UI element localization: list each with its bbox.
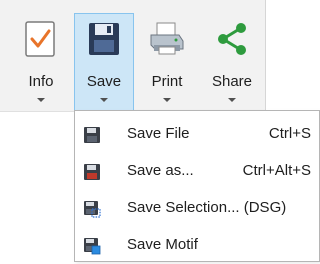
info-button[interactable]: Info bbox=[11, 13, 71, 111]
menu-item-label: Save Selection... (DSG) bbox=[127, 199, 287, 216]
info-checkbox-icon bbox=[25, 21, 55, 57]
menu-item-save-selection[interactable]: Save Selection... (DSG) bbox=[75, 189, 319, 227]
floppy-disk-dark-icon bbox=[84, 127, 100, 143]
floppy-disk-motif-icon bbox=[84, 238, 101, 255]
menu-item-shortcut: Ctrl+Alt+S bbox=[242, 162, 311, 179]
floppy-disk-red-icon bbox=[84, 164, 100, 180]
ribbon-blank-area bbox=[265, 0, 320, 111]
menu-item-label: Save Motif bbox=[127, 236, 198, 253]
menu-item-label: Save File bbox=[127, 125, 190, 142]
info-label: Info bbox=[28, 73, 54, 90]
save-chevron-down-icon bbox=[100, 98, 108, 102]
save-label: Save bbox=[86, 73, 122, 90]
share-button[interactable]: Share bbox=[202, 13, 262, 111]
print-chevron-down-icon bbox=[163, 98, 171, 102]
save-button[interactable]: Save bbox=[74, 13, 134, 111]
share-label: Share bbox=[211, 73, 253, 90]
printer-icon bbox=[150, 22, 184, 55]
menu-item-save-file[interactable]: Save File Ctrl+S bbox=[75, 115, 319, 153]
menu-item-save-as[interactable]: Save as... Ctrl+Alt+S bbox=[75, 152, 319, 190]
share-chevron-down-icon bbox=[228, 98, 236, 102]
share-icon bbox=[218, 23, 246, 55]
print-button[interactable]: Print bbox=[137, 13, 197, 111]
menu-item-shortcut: Ctrl+S bbox=[268, 125, 311, 142]
print-label: Print bbox=[151, 73, 183, 90]
ribbon-bar: Info Save Print Share bbox=[0, 0, 265, 112]
menu-item-save-motif[interactable]: Save Motif bbox=[75, 226, 319, 264]
info-chevron-down-icon bbox=[37, 98, 45, 102]
floppy-disk-icon bbox=[89, 23, 119, 55]
floppy-disk-selection-icon bbox=[84, 201, 101, 218]
save-dropdown-menu: Save File Ctrl+S Save as... Ctrl+Alt+S S… bbox=[74, 110, 320, 262]
menu-item-label: Save as... bbox=[127, 162, 194, 179]
